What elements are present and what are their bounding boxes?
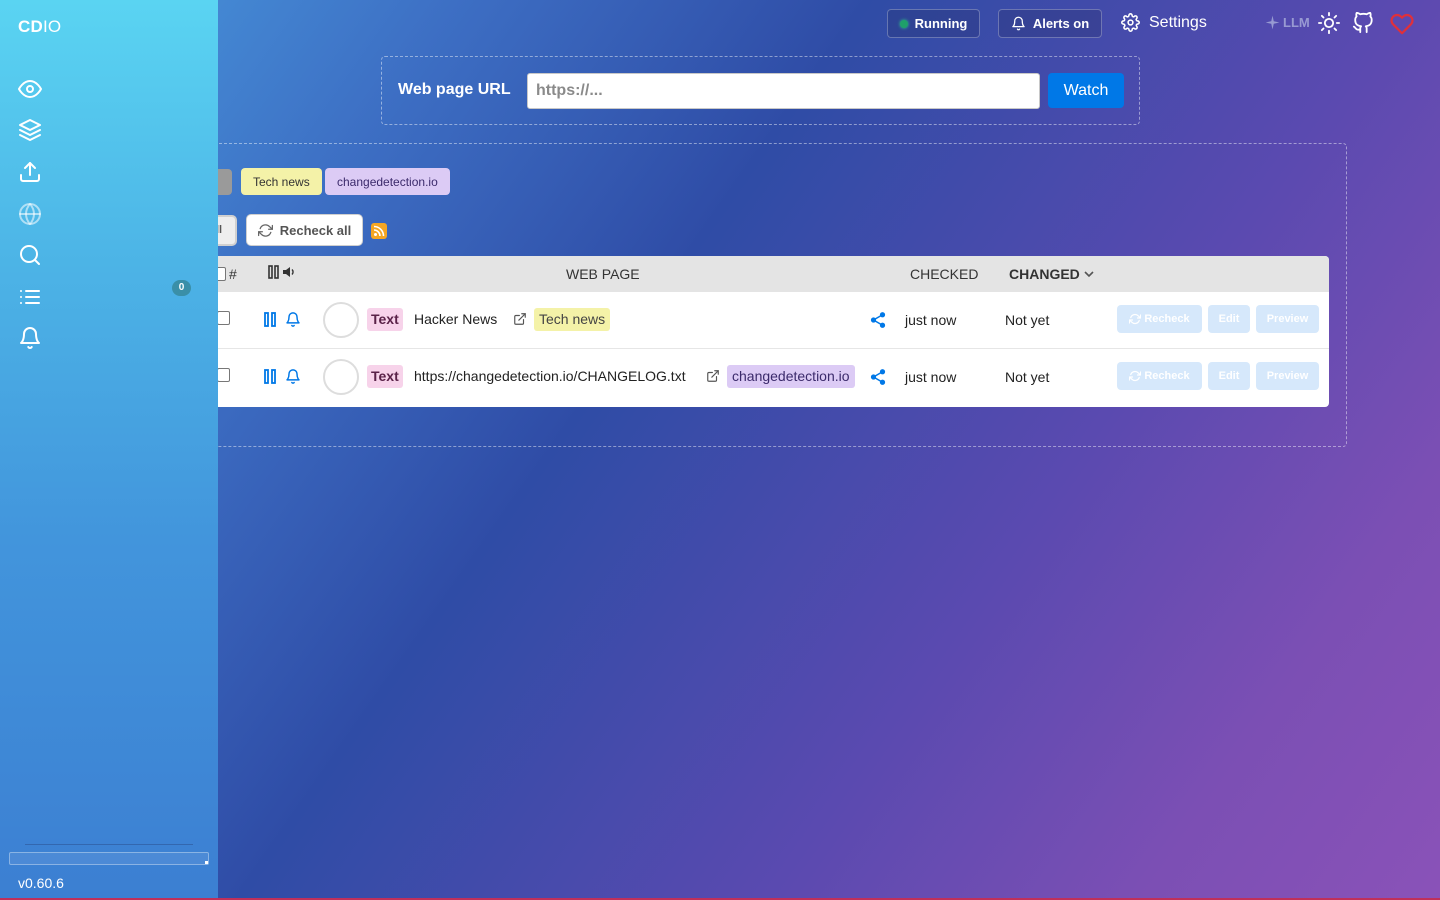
- refresh-icon: [1129, 313, 1142, 325]
- edit-button[interactable]: Edit: [1208, 305, 1250, 333]
- watch-button[interactable]: Watch: [1048, 73, 1124, 108]
- sidebar-resize-field[interactable]: [9, 852, 209, 865]
- header-checked[interactable]: CHECKED: [910, 266, 978, 282]
- recheck-button[interactable]: Recheck: [1117, 362, 1202, 390]
- recheck-label: Recheck: [1144, 370, 1190, 382]
- rss-icon[interactable]: [371, 223, 387, 239]
- share-icon[interactable]: [869, 368, 887, 386]
- table-header: # WEB PAGE CHECKED CHANGED: [200, 256, 1329, 292]
- resize-handle[interactable]: [205, 861, 208, 864]
- tag-filter-changedetection[interactable]: changedetection.io: [325, 168, 450, 195]
- share-icon[interactable]: [869, 311, 887, 329]
- pause-icon[interactable]: [262, 311, 278, 328]
- watch-title-link[interactable]: https://changedetection.io/CHANGELOG.txt: [414, 368, 686, 384]
- last-checked: just now: [905, 369, 957, 385]
- speaker-icon: [283, 267, 294, 277]
- queue-count-badge: 0: [172, 280, 191, 296]
- header-pause-mute: [268, 265, 296, 279]
- table-row: Text https://changedetection.io/CHANGELO…: [200, 349, 1329, 406]
- tag-filter-tech-news[interactable]: Tech news: [241, 168, 322, 195]
- header-changed[interactable]: CHANGED: [1009, 266, 1095, 282]
- preview-button[interactable]: Preview: [1256, 362, 1319, 390]
- sun-icon[interactable]: [1318, 12, 1340, 34]
- list-icon[interactable]: [18, 285, 42, 309]
- watch-title-link[interactable]: Hacker News: [414, 311, 497, 327]
- alerts-toggle-button[interactable]: Alerts on: [998, 9, 1102, 38]
- github-icon[interactable]: [1352, 12, 1374, 34]
- bell-icon: [1012, 16, 1025, 31]
- upload-icon[interactable]: [18, 160, 42, 184]
- bell-icon[interactable]: [18, 326, 42, 350]
- last-checked: just now: [905, 312, 957, 328]
- heart-icon[interactable]: [1390, 12, 1414, 36]
- status-dot-icon: [899, 19, 908, 28]
- row-tag[interactable]: changedetection.io: [727, 365, 855, 388]
- bell-icon[interactable]: [285, 311, 301, 328]
- external-link-icon[interactable]: [513, 312, 527, 326]
- row-checkbox[interactable]: [217, 311, 230, 325]
- recheck-all-button[interactable]: Recheck all: [246, 214, 363, 246]
- sparkle-icon: [1265, 15, 1280, 30]
- row-checkbox[interactable]: [217, 368, 230, 382]
- preview-button[interactable]: Preview: [1256, 305, 1319, 333]
- llm-label: LLM: [1283, 15, 1310, 30]
- table-row: Text Hacker News Tech news just now Not …: [200, 292, 1329, 349]
- url-label: Web page URL: [398, 81, 511, 98]
- alerts-label: Alerts on: [1032, 16, 1090, 31]
- version-label: v0.60.6: [18, 875, 64, 891]
- sidebar: CDIO 0 v0.60.6: [0, 0, 218, 898]
- settings-link[interactable]: Settings: [1121, 13, 1207, 32]
- brand-logo[interactable]: CDIO: [18, 17, 61, 37]
- header-changed-label: CHANGED: [1009, 266, 1080, 282]
- external-link-icon[interactable]: [706, 369, 720, 383]
- header-hash[interactable]: #: [229, 266, 237, 282]
- pause-icon: [268, 265, 279, 279]
- favicon: [323, 359, 359, 395]
- pause-icon[interactable]: [262, 368, 278, 385]
- settings-label: Settings: [1149, 13, 1207, 31]
- row-tag[interactable]: Tech news: [534, 308, 611, 331]
- refresh-icon: [257, 223, 273, 237]
- search-icon[interactable]: [18, 243, 42, 267]
- running-status-button[interactable]: Running: [887, 9, 980, 38]
- add-watch-form: Web page URL Watch: [381, 56, 1140, 125]
- url-input[interactable]: [527, 73, 1040, 109]
- eye-icon[interactable]: [18, 77, 42, 101]
- edit-button[interactable]: Edit: [1208, 362, 1250, 390]
- recheck-all-label: Recheck all: [279, 222, 352, 238]
- bell-icon[interactable]: [285, 368, 301, 385]
- chevron-down-icon: [1084, 271, 1094, 278]
- recheck-label: Recheck: [1144, 313, 1190, 325]
- llm-button[interactable]: LLM: [1265, 15, 1310, 30]
- globe-icon[interactable]: [18, 202, 42, 226]
- last-changed: Not yet: [1005, 369, 1050, 385]
- favicon: [323, 302, 359, 338]
- sidebar-divider: [25, 844, 193, 845]
- layers-icon[interactable]: [18, 118, 42, 142]
- recheck-button[interactable]: Recheck: [1117, 305, 1202, 333]
- last-changed: Not yet: [1005, 312, 1050, 328]
- type-badge: Text: [367, 365, 403, 388]
- header-web-page[interactable]: WEB PAGE: [566, 266, 640, 282]
- watch-table: # WEB PAGE CHECKED CHANGED Text Hacker N…: [200, 256, 1329, 407]
- refresh-icon: [1129, 370, 1142, 382]
- gear-icon: [1121, 13, 1140, 32]
- type-badge: Text: [367, 308, 403, 331]
- status-label: Running: [914, 16, 968, 31]
